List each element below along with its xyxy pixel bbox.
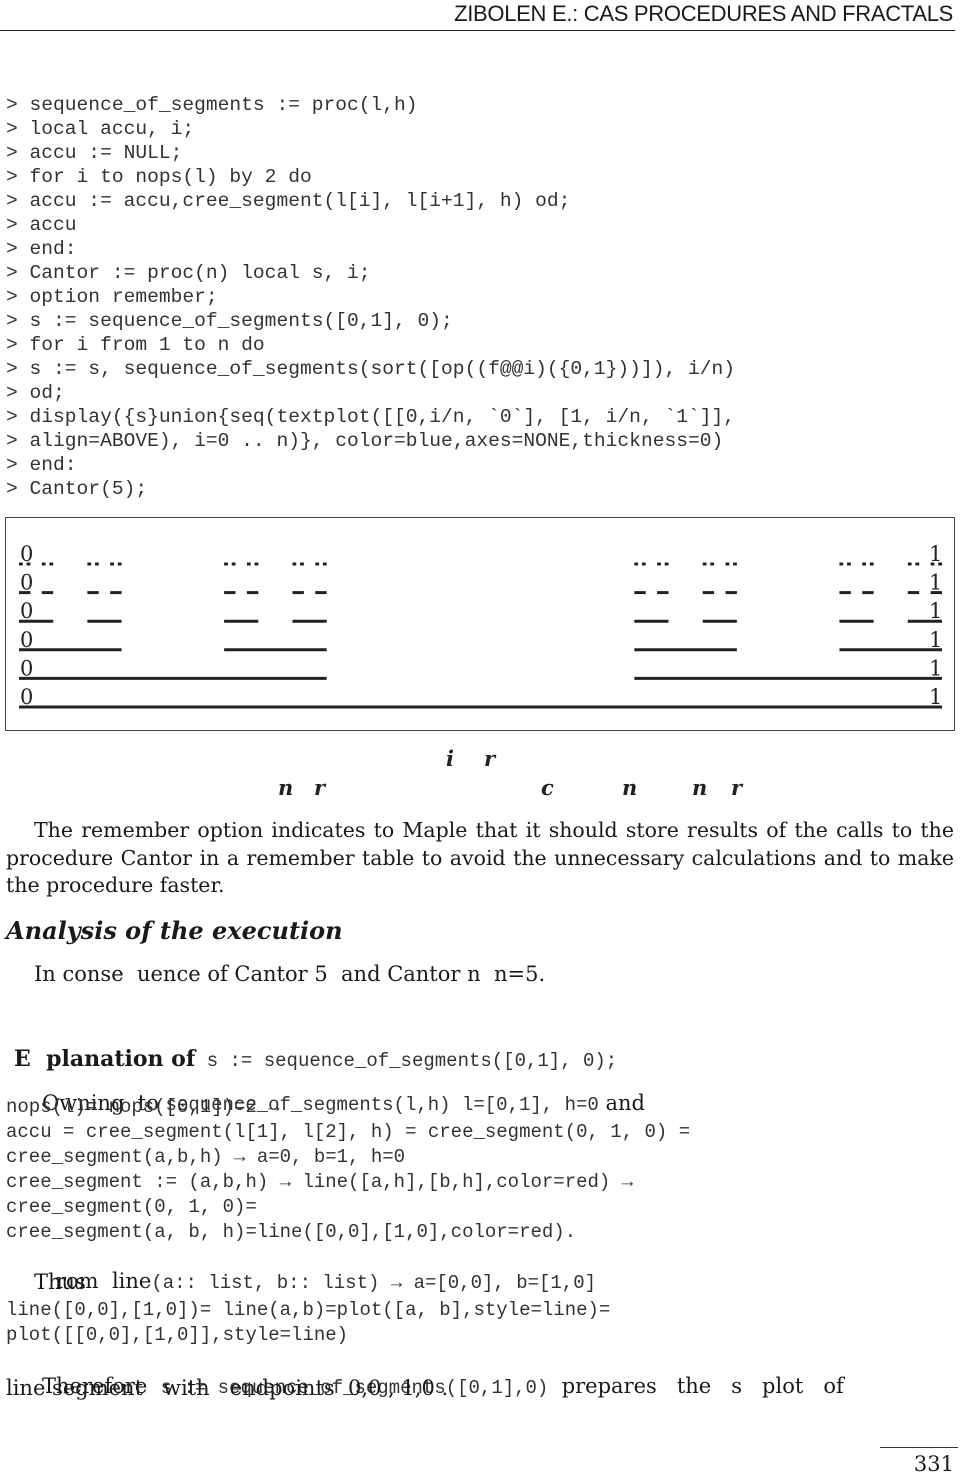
caption-fragment: r xyxy=(484,746,496,771)
remember-paragraph: The remember option indicates to Maple t… xyxy=(6,818,954,897)
right-label: 1 xyxy=(929,599,942,623)
owning-and: and xyxy=(598,1091,645,1115)
code-line: > Cantor(5); xyxy=(6,478,148,500)
from-code: (a:: list, b:: list) → a=[0,0], b=[1,0] xyxy=(151,1272,597,1294)
code-listing: > sequence_of_segments := proc(l,h) > loc… xyxy=(6,93,735,501)
code-line: > od; xyxy=(6,382,65,404)
right-label: 1 xyxy=(929,571,942,595)
running-title: ZIBOLEN E.: CAS PROCEDURES AND FRACTALS xyxy=(454,1,953,26)
code-line: > s := s, sequence_of_segments(sort([op(… xyxy=(6,358,736,380)
running-header: ZIBOLEN E.: CAS PROCEDURES AND FRACTALS xyxy=(0,0,955,31)
code-line: > accu xyxy=(6,214,77,236)
code-line: cree_segment(a,b,h) → a=0, b=1, h=0 xyxy=(6,1146,406,1168)
right-label: 1 xyxy=(929,542,942,566)
consequence-line: In conse uence of Cantor 5 and Cantor n … xyxy=(34,962,546,986)
code-line: > align=ABOVE), i=0 .. n)}, color=blue,a… xyxy=(6,430,724,452)
page-number: 331 xyxy=(913,1452,954,1476)
code-line: > end: xyxy=(6,454,77,476)
caption-fragment: n xyxy=(692,775,708,800)
caption-fragment: c xyxy=(541,775,554,800)
code-line: > display({s}union{seq(textplot([[0,i/n,… xyxy=(6,406,736,428)
code-line: > local accu, i; xyxy=(6,118,195,140)
code-line: accu = cree_segment(l[1], l[2], h) = cre… xyxy=(6,1121,691,1143)
code-line: > for i from 1 to n do xyxy=(6,334,265,356)
caption-fragment: n xyxy=(622,775,638,800)
code-line: > accu := NULL; xyxy=(6,142,183,164)
code-line: > end: xyxy=(6,238,77,260)
code-line: cree_segment(0, 1, 0)= xyxy=(6,1196,257,1218)
code-line: > option remember; xyxy=(6,286,218,308)
cantor-plot: 0 1 0 1 0 1 0 1 0 1 0 1 xyxy=(5,517,955,731)
code-line: line([0,0],[1,0])= line(a,b)=plot([a, b]… xyxy=(6,1299,611,1321)
left-label: 0 xyxy=(20,571,33,595)
code-line: cree_segment := (a,b,h) → line([a,h],[b,… xyxy=(6,1171,634,1193)
code-line: cree_segment(a, b, h)=line([0,0],[1,0],c… xyxy=(6,1221,577,1243)
left-label: 0 xyxy=(20,628,33,652)
code-line: > s := sequence_of_segments([0,1], 0); xyxy=(6,310,453,332)
code-line: > for i to nops(l) by 2 do xyxy=(6,166,312,188)
caption-fragment: n xyxy=(278,775,294,800)
right-label: 1 xyxy=(929,685,942,709)
caption-fragment: i xyxy=(446,746,454,771)
left-label: 0 xyxy=(20,542,33,566)
code-line: > sequence_of_segments := proc(l,h) xyxy=(6,94,418,116)
caption-fragment: r xyxy=(731,775,743,800)
analysis-heading: Analysis of the execution xyxy=(6,916,343,945)
right-label: 1 xyxy=(929,656,942,680)
footer-rule xyxy=(880,1447,958,1448)
last-line: line segment with endpoints 0,0 , 1,0 . xyxy=(6,1376,449,1400)
thus-line: Thus xyxy=(34,1270,86,1294)
from-line: rom line(a:: list, b:: list) → a=[0,0], … xyxy=(48,1244,596,1296)
code-line: > Cantor := proc(n) local s, i; xyxy=(6,262,371,284)
left-label: 0 xyxy=(20,656,33,680)
cantor-plot-svg: 0 1 0 1 0 1 0 1 0 1 0 1 xyxy=(19,542,942,709)
code-line: > accu := accu,cree_segment(l[i], l[i+1]… xyxy=(6,190,571,212)
caption-fragment: r xyxy=(314,775,326,800)
left-label: 0 xyxy=(20,685,33,709)
code-line: nops(l)= nops([0,1])=2 → xyxy=(6,1096,280,1118)
left-label: 0 xyxy=(20,599,33,623)
therefore-tail: prepares the s plot of xyxy=(548,1374,844,1398)
right-label: 1 xyxy=(929,628,942,652)
code-line: plot([[0,0],[1,0]],style=line) xyxy=(6,1324,349,1346)
